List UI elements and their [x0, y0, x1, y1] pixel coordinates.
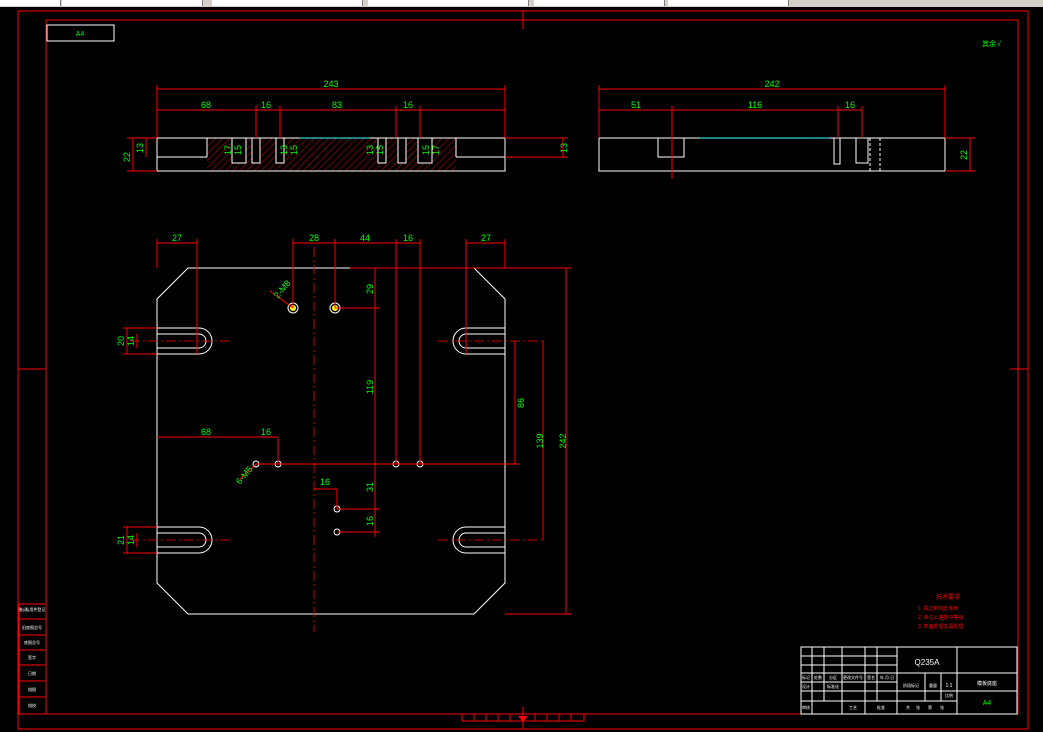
title-cell: 签名	[867, 674, 875, 680]
dim-slot-13-b: 13	[365, 145, 375, 155]
dim-overall-242: 242	[764, 79, 779, 89]
surface-roughness-symbol: √	[997, 40, 1001, 48]
dim-slot-15-c: 15	[375, 145, 385, 155]
title-cell: 张	[940, 704, 944, 710]
dim-16-mid: 16	[261, 427, 271, 437]
tab-strip-seg[interactable]	[668, 0, 789, 6]
side-outline	[598, 137, 946, 172]
dim-31: 31	[365, 482, 375, 492]
dim-height-13-left: 13	[135, 143, 145, 153]
tab-strip-seg[interactable]	[0, 0, 61, 6]
title-cell: 标记	[802, 674, 810, 680]
dim-overall-243: 243	[323, 79, 338, 89]
title-scale: 1:1	[946, 683, 953, 689]
dim-slot-13-a: 13	[279, 145, 289, 155]
dim-slot-15-a: 15	[233, 145, 243, 155]
sheet-size-label: A4	[76, 31, 85, 38]
tech-note-1: 1. 锐边倒钝去毛刺	[918, 605, 959, 612]
dim-86: 86	[516, 398, 526, 408]
title-cell: 第	[928, 704, 932, 710]
title-cell: 批准	[877, 704, 885, 710]
dim-27-right: 27	[481, 233, 491, 243]
side-row-3: 底图总号	[24, 639, 40, 645]
dim-242-plan: 242	[558, 433, 568, 448]
tab-strip-seg[interactable]	[368, 0, 529, 6]
dim-29: 29	[365, 284, 375, 294]
cad-drawing-canvas[interactable]: A4 其余 √ 243 68 16 83 16 22 13 13 17 15 1…	[0, 7, 1043, 732]
plan-view[interactable]: 27 28 44 16 27 20 14 21 14 29 119 68 16 …	[116, 233, 572, 632]
side-row-4: 签字	[28, 654, 36, 660]
title-cell: 处数	[814, 674, 822, 680]
dim-16-top: 16	[403, 233, 413, 243]
hole-callout-m8: 2-M8	[272, 278, 293, 300]
side-row-5: 日期	[28, 670, 36, 676]
dim-116: 116	[748, 100, 762, 110]
dim-68: 68	[201, 100, 211, 110]
side-row-2: 旧底图总号	[22, 624, 42, 630]
dim-slot-14-b: 14	[126, 535, 136, 545]
title-cell: 共	[906, 704, 910, 710]
title-cell: 张	[916, 704, 920, 710]
dim-slot-15-b: 15	[289, 145, 299, 155]
title-block[interactable]: Q235A 模板底座 A4 1:1 标记 处数 分区 更改文件号 签名 年.月.…	[800, 646, 1018, 715]
tab-strip-seg[interactable]	[212, 0, 363, 6]
dim-16-small: 16	[320, 477, 330, 487]
tab-strip-seg[interactable]	[62, 0, 203, 6]
dim-slot-17-b: 17	[431, 145, 441, 155]
side-registration-table: 借(通)用件登记 旧底图总号 底图总号 签字 日期 描图 描校	[18, 603, 47, 715]
title-material: Q235A	[915, 658, 941, 667]
dim-16-a: 16	[261, 100, 271, 110]
window-title-strip	[0, 0, 1043, 7]
outer-border	[17, 10, 1029, 730]
title-cell: 设计	[802, 683, 810, 689]
dim-slot-17-a: 17	[223, 145, 233, 155]
inner-border	[45, 19, 1019, 715]
section-view-right[interactable]: 242 51 116 16 22	[598, 79, 975, 179]
title-cell: 重量	[929, 682, 937, 688]
dim-height-22-right: 22	[959, 150, 969, 160]
tech-note-2: 2. 未注公差按中等级	[918, 614, 964, 621]
dim-139: 139	[535, 433, 545, 448]
dim-68-plan: 68	[201, 427, 211, 437]
title-cell: 比例	[945, 692, 953, 698]
technical-notes: 技术要求 1. 锐边倒钝去毛刺 2. 未注公差按中等级 3. 表面处理发黑处理	[918, 593, 964, 630]
plate-outline	[156, 267, 506, 615]
tab-strip-seg[interactable]	[534, 0, 665, 6]
title-part-name: 模板底座	[977, 680, 997, 687]
title-cell: 阶段标记	[903, 682, 919, 688]
side-row-1: 借(通)用件登记	[19, 606, 46, 612]
dim-16: 16	[845, 100, 855, 110]
section-view-left[interactable]: 243 68 16 83 16 22 13 13 17 15 13 15 13 …	[122, 79, 569, 172]
surface-roughness-note: 其余	[982, 39, 996, 48]
dim-44: 44	[360, 233, 370, 243]
dim-height-22: 22	[122, 152, 132, 162]
dim-slot-15-d: 15	[421, 145, 431, 155]
title-cell: 年.月.日	[880, 674, 894, 680]
dim-119: 119	[365, 380, 375, 394]
side-row-7: 描校	[28, 702, 36, 708]
title-cell: 工艺	[849, 705, 857, 710]
dim-27-left: 27	[172, 233, 182, 243]
tech-notes-title: 技术要求	[936, 593, 960, 601]
title-size: A4	[983, 700, 992, 707]
dim-height-13-right: 13	[559, 143, 569, 153]
title-cell: 分区	[829, 674, 837, 680]
dim-slot-14-a: 14	[126, 336, 136, 346]
dim-28: 28	[309, 233, 319, 243]
title-cell: 审核	[802, 704, 810, 710]
dim-16-b: 16	[403, 100, 413, 110]
dim-slot-21: 21	[116, 535, 126, 545]
dim-slot-20: 20	[116, 336, 126, 346]
side-row-6: 描图	[28, 686, 36, 692]
dim-51: 51	[631, 100, 641, 110]
dim-16-vertical: 16	[365, 516, 375, 526]
tech-note-3: 3. 表面处理发黑处理	[918, 623, 964, 630]
dim-83: 83	[332, 100, 342, 110]
title-cell: 更改文件号	[843, 674, 863, 680]
title-cell: 标准化	[827, 683, 839, 689]
